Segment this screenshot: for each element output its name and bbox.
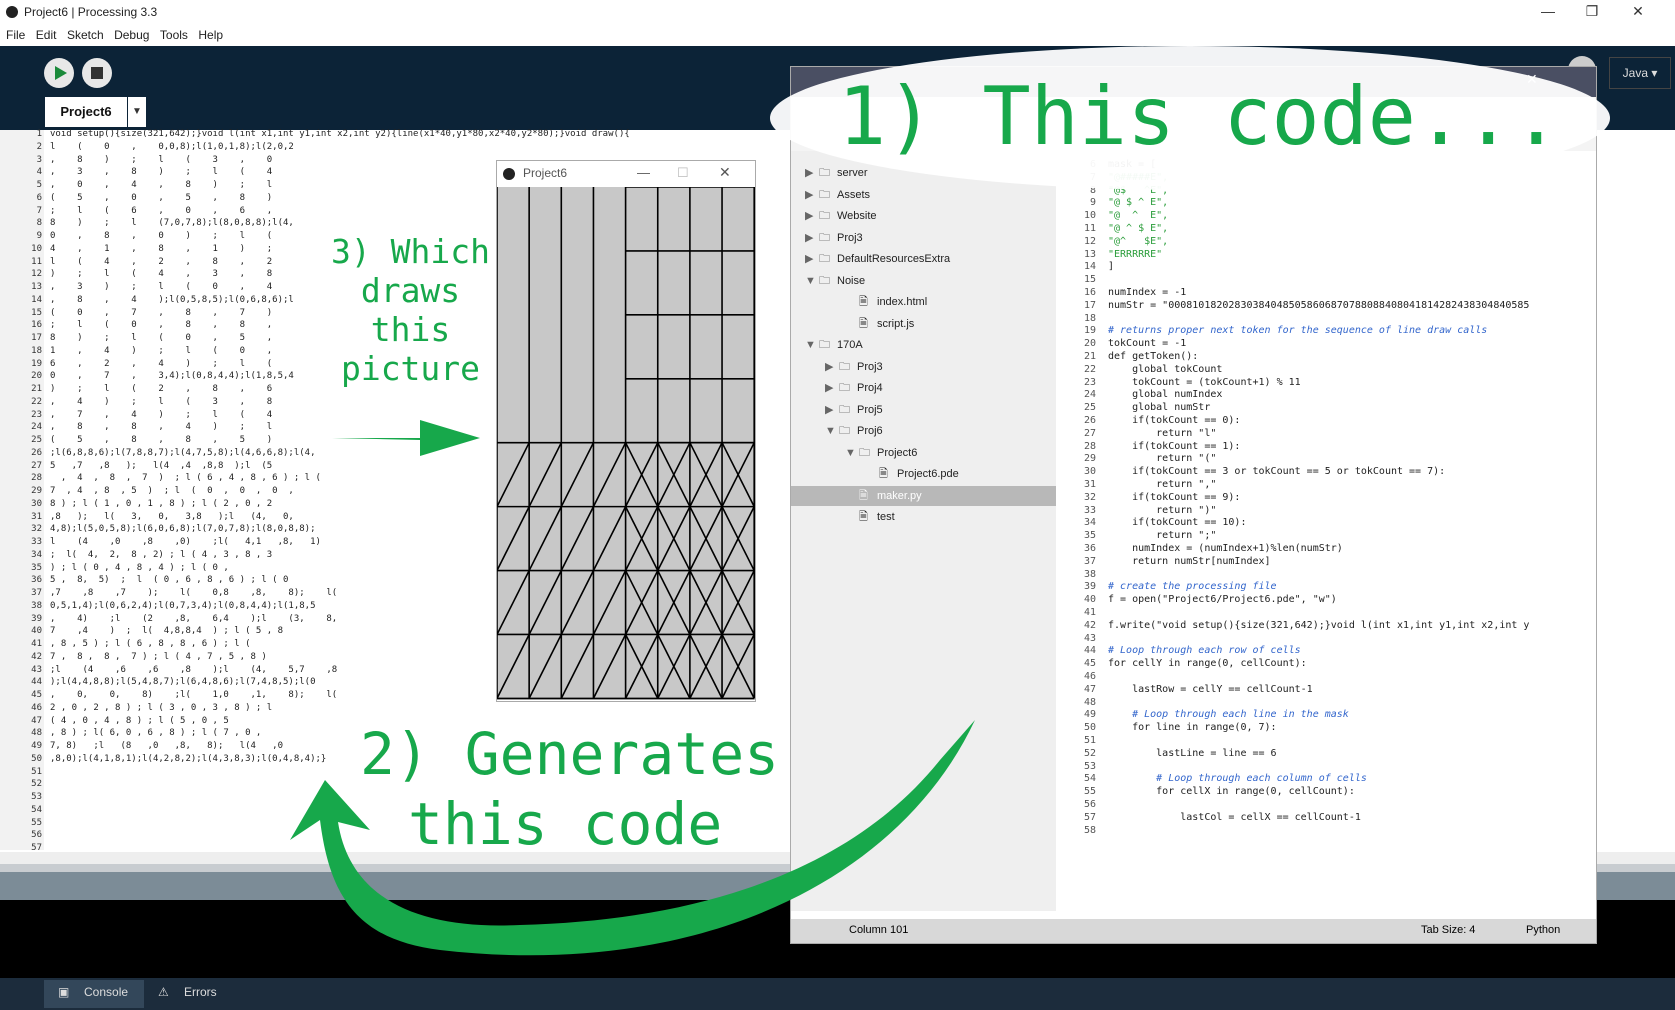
annotation-3-line4: picture (340, 349, 481, 388)
annotation-2-line2: this code (408, 790, 723, 858)
annotation-3-line1: 3) Which (331, 232, 490, 271)
annotation-3-line2: draws (360, 271, 461, 310)
annotation-2-line1: 2) Generates (360, 720, 780, 788)
annotation-1: 1) This code... (838, 70, 1561, 163)
annotation-3: 3) Which draws this picture (328, 232, 493, 388)
right-arrow-icon (332, 420, 480, 456)
annotation-3-line3: this (370, 310, 451, 349)
